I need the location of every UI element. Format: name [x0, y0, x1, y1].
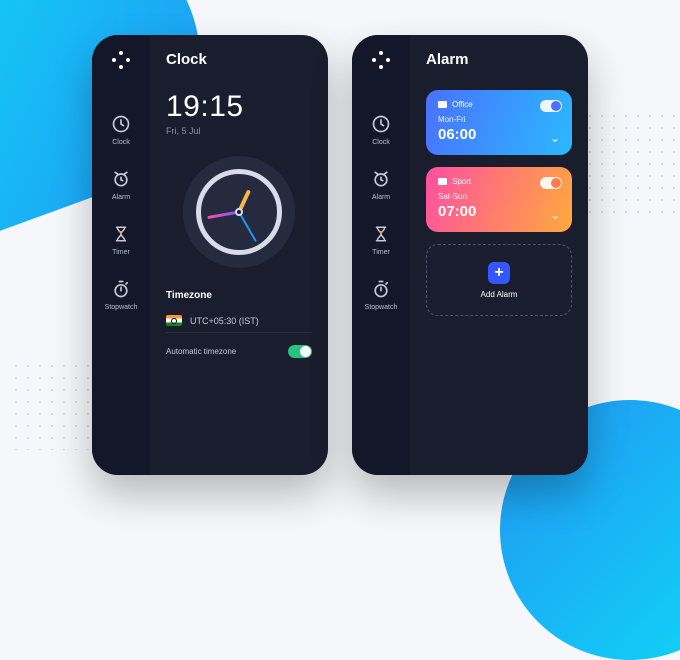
- nav-stopwatch[interactable]: Stopwatch: [352, 272, 410, 317]
- alarm-icon: [370, 168, 392, 190]
- add-alarm-button[interactable]: + Add Alarm: [426, 244, 572, 316]
- nav-alarm[interactable]: Alarm: [352, 162, 410, 207]
- alarm-tag: Office: [452, 100, 473, 109]
- auto-timezone-toggle[interactable]: [288, 345, 312, 358]
- alarm-toggle[interactable]: [540, 100, 562, 112]
- nav-label: Alarm: [112, 194, 130, 201]
- nav-label: Alarm: [372, 194, 390, 201]
- nav-label: Clock: [112, 139, 130, 146]
- clock-panel: Clock 19:15 Fri, 5 Jul Timezone UTC+05:3…: [150, 35, 328, 475]
- app-logo-icon: [112, 51, 130, 69]
- second-hand: [238, 212, 257, 242]
- alarm-days: Sat-Sun: [438, 192, 560, 201]
- auto-timezone-row: Automatic timezone: [166, 345, 312, 358]
- analog-clock: [183, 156, 295, 268]
- nav-alarm[interactable]: Alarm: [92, 162, 150, 207]
- clock-icon: [370, 113, 392, 135]
- alarm-icon: [110, 168, 132, 190]
- page-title: Alarm: [426, 51, 572, 68]
- digital-time: 19:15: [166, 90, 312, 124]
- chevron-down-icon[interactable]: ⌄: [550, 208, 560, 222]
- nav-label: Stopwatch: [105, 304, 138, 311]
- nav-clock[interactable]: Clock: [352, 107, 410, 152]
- timezone-heading: Timezone: [166, 290, 312, 301]
- alarm-toggle[interactable]: [540, 177, 562, 189]
- alarm-time: 07:00: [438, 203, 560, 220]
- nav-rail: Clock Alarm Timer Stopwatch: [92, 35, 150, 475]
- alarm-panel: Alarm Office Mon-Fri 06:00 ⌄ Sport Sat-S…: [410, 35, 588, 475]
- nav-clock[interactable]: Clock: [92, 107, 150, 152]
- nav-rail: Clock Alarm Timer Stopwatch: [352, 35, 410, 475]
- nav-label: Clock: [372, 139, 390, 146]
- app-logo-icon: [372, 51, 390, 69]
- hourglass-icon: [110, 223, 132, 245]
- timezone-row[interactable]: UTC+05:30 (IST): [166, 309, 312, 333]
- clock-pivot: [235, 208, 243, 216]
- chevron-down-icon[interactable]: ⌄: [550, 131, 560, 145]
- alarm-card-sport[interactable]: Sport Sat-Sun 07:00 ⌄: [426, 167, 572, 232]
- nav-timer[interactable]: Timer: [352, 217, 410, 262]
- nav-label: Timer: [372, 249, 390, 256]
- tag-icon: [438, 101, 447, 108]
- auto-timezone-label: Automatic timezone: [166, 347, 236, 356]
- timezone-value: UTC+05:30 (IST): [190, 316, 259, 326]
- nav-label: Stopwatch: [365, 304, 398, 311]
- tag-icon: [438, 178, 447, 185]
- alarm-tag: Sport: [452, 177, 471, 186]
- nav-timer[interactable]: Timer: [92, 217, 150, 262]
- hourglass-icon: [370, 223, 392, 245]
- alarm-time: 06:00: [438, 126, 560, 143]
- clock-icon: [110, 113, 132, 135]
- add-alarm-label: Add Alarm: [481, 290, 518, 299]
- india-flag-icon: [166, 315, 182, 326]
- alarm-card-office[interactable]: Office Mon-Fri 06:00 ⌄: [426, 90, 572, 155]
- phone-alarm: Clock Alarm Timer Stopwatch Alarm Office: [352, 35, 588, 475]
- plus-icon: +: [488, 262, 510, 284]
- phone-clock: Clock Alarm Timer Stopwatch: [92, 35, 328, 475]
- stopwatch-icon: [370, 278, 392, 300]
- nav-label: Timer: [112, 249, 130, 256]
- alarm-days: Mon-Fri: [438, 115, 560, 124]
- nav-stopwatch[interactable]: Stopwatch: [92, 272, 150, 317]
- date-text: Fri, 5 Jul: [166, 126, 312, 136]
- stopwatch-icon: [110, 278, 132, 300]
- page-title: Clock: [166, 51, 312, 68]
